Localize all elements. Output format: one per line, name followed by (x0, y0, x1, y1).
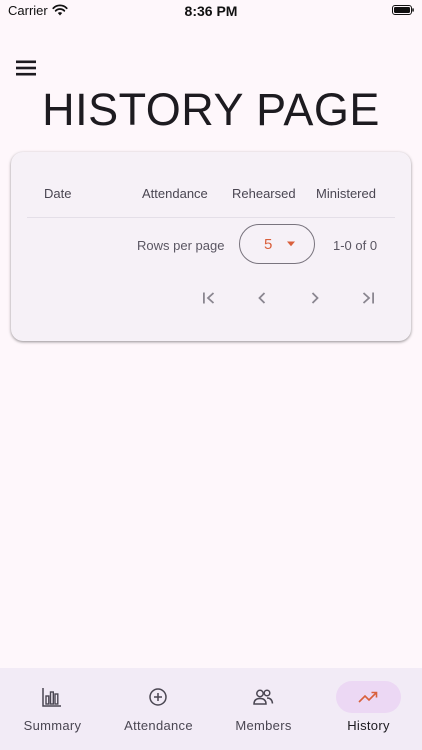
column-header-attendance[interactable]: Attendance (142, 186, 208, 201)
bottom-navigation: Summary Attendance Members History (0, 668, 422, 750)
chevron-left-icon (258, 292, 266, 304)
last-page-button[interactable] (358, 288, 378, 308)
table-divider (27, 217, 395, 218)
first-page-icon (203, 292, 215, 304)
nav-item-history[interactable]: History (316, 668, 421, 750)
people-icon (253, 689, 274, 705)
chevron-right-icon (311, 292, 319, 304)
bar-chart-icon (42, 688, 61, 707)
nav-label-members: Members (235, 718, 292, 733)
next-page-button[interactable] (305, 288, 325, 308)
history-table-card: Date Attendance Rehearsed Ministered Row… (11, 152, 411, 341)
nav-label-attendance: Attendance (124, 718, 193, 733)
add-circle-icon (149, 688, 167, 706)
nav-item-summary[interactable]: Summary (0, 668, 105, 750)
first-page-button[interactable] (199, 288, 219, 308)
nav-label-history: History (347, 718, 390, 733)
previous-page-button[interactable] (252, 288, 272, 308)
nav-item-members[interactable]: Members (211, 668, 316, 750)
menu-button[interactable] (14, 56, 38, 80)
hamburger-menu-icon (16, 60, 36, 76)
last-page-icon (362, 292, 374, 304)
status-bar: Carrier 8:36 PM (0, 0, 422, 24)
status-time: 8:36 PM (184, 3, 238, 19)
rows-per-page-select[interactable]: 5 (239, 224, 315, 264)
rows-per-page-label: Rows per page (137, 238, 225, 253)
column-header-ministered[interactable]: Ministered (316, 186, 376, 201)
nav-item-attendance[interactable]: Attendance (106, 668, 211, 750)
nav-icon-container (20, 681, 85, 713)
nav-icon-container (231, 681, 296, 713)
column-header-date[interactable]: Date (44, 186, 71, 201)
nav-icon-container (126, 681, 191, 713)
page-range-text: 1-0 of 0 (333, 238, 378, 253)
rows-per-page-value: 5 (264, 236, 273, 253)
page-title: HISTORY PAGE (42, 84, 380, 135)
nav-label-summary: Summary (23, 718, 82, 733)
trending-up-icon (358, 691, 378, 703)
dropdown-arrow-icon (287, 241, 295, 247)
nav-icon-container-active (336, 681, 401, 713)
battery-icon (392, 5, 414, 15)
column-header-rehearsed[interactable]: Rehearsed (232, 186, 296, 201)
